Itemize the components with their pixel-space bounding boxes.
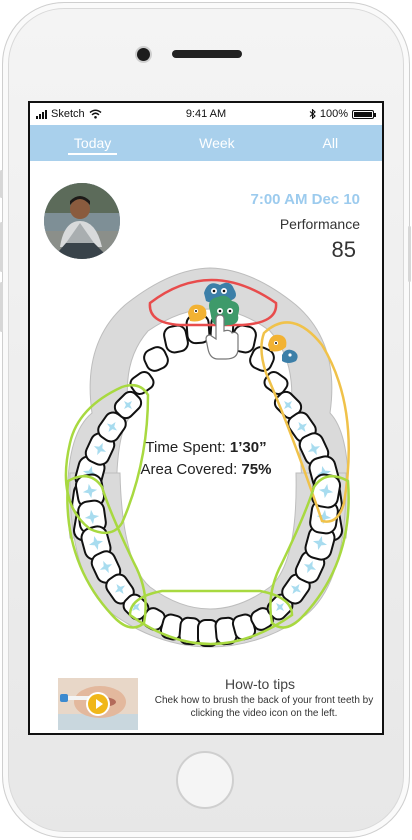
area-covered-label: Area Covered: [140,461,238,478]
bluetooth-icon [309,109,316,119]
performance-score: 85 [331,237,356,262]
session-datetime: 7:00 AM Dec 10 [250,191,361,208]
performance-label: Performance [279,216,360,232]
app-screen: Sketch 9:41 AM 100% Today Week All 7:00 … [28,101,384,735]
time-spent-value: 1’30” [229,439,267,456]
profile-photo [44,183,120,259]
area-covered-value: 75% [241,461,272,478]
tooth [163,324,189,354]
home-button[interactable] [176,751,234,809]
volume-down-button [0,282,3,332]
volume-up-button [0,222,3,272]
tips-description: Chek how to brush the back of your front… [154,695,374,719]
status-bar: Sketch 9:41 AM 100% [30,103,382,125]
tab-week[interactable]: Week [193,131,241,155]
tab-bar: Today Week All [30,125,382,161]
time-spent: Time Spent: 1’30” [30,439,382,456]
video-thumbnail[interactable] [58,678,138,730]
tab-today[interactable]: Today [67,131,118,155]
battery-percent: 100% [319,108,348,120]
teeth-map[interactable] [30,263,384,653]
tips-title: How-to tips [224,676,296,692]
time-spent-label: Time Spent: [145,439,226,456]
mute-switch [0,170,3,198]
play-icon[interactable] [88,694,108,714]
battery-icon [352,109,376,119]
front-camera [137,48,150,61]
power-button [408,226,411,282]
earpiece-speaker [172,50,242,58]
tab-all[interactable]: All [317,131,345,155]
avatar[interactable] [44,183,120,259]
area-covered: Area Covered: 75% [30,461,382,478]
tooth [143,346,169,372]
